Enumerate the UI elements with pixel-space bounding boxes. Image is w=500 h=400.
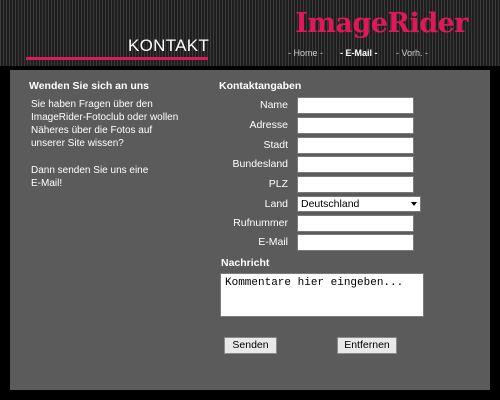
outro-text: Dann senden Sie uns eine E-Mail!	[31, 164, 201, 190]
intro-line: ImageRider-Fotoclub oder wollen	[31, 112, 179, 123]
intro-text: Sie haben Fragen über den ImageRider-Fot…	[31, 98, 201, 150]
chevron-down-icon	[411, 202, 417, 206]
city-field[interactable]	[297, 137, 414, 154]
contact-us-heading: Wenden Sie sich an uns	[29, 80, 150, 92]
form-row-email: E-Mail	[210, 234, 480, 251]
phone-label: Rufnummer	[233, 217, 288, 229]
email-field[interactable]	[297, 234, 414, 251]
title-underline	[26, 57, 208, 60]
name-field[interactable]	[297, 97, 414, 114]
contact-details-heading: Kontaktangaben	[219, 80, 302, 92]
form-row-zip: PLZ	[210, 176, 480, 193]
address-field[interactable]	[297, 117, 414, 134]
form-row-state: Bundesland	[210, 156, 480, 173]
nav-item-email[interactable]: - E-Mail -	[340, 48, 378, 58]
send-button[interactable]: Senden	[224, 337, 277, 354]
email-label: E-Mail	[258, 236, 288, 248]
phone-field[interactable]	[297, 215, 414, 232]
form-row-city: Stadt	[210, 137, 480, 154]
nav-item-vorh[interactable]: - Vorh. -	[396, 48, 428, 58]
outro-line: Dann senden Sie uns eine	[31, 165, 149, 176]
country-selected-value: Deutschland	[301, 198, 360, 210]
country-select[interactable]: Deutschland	[297, 196, 421, 212]
intro-line: Näheres über die Fotos auf	[31, 125, 153, 136]
country-label: Land	[264, 198, 288, 210]
state-field[interactable]	[297, 156, 414, 173]
form-row-phone: Rufnummer	[210, 215, 480, 232]
main-panel: Wenden Sie sich an uns Sie haben Fragen …	[10, 70, 490, 390]
clear-button[interactable]: Entfernen	[337, 337, 397, 354]
address-label: Adresse	[249, 119, 288, 131]
outro-line: E-Mail!	[31, 178, 63, 189]
form-row-name: Name	[210, 97, 480, 114]
header: ImageRider KONTAKT - Home - - E-Mail - -…	[0, 0, 500, 66]
name-label: Name	[259, 99, 288, 111]
form-row-country: Land Deutschland	[210, 196, 480, 213]
site-logo[interactable]: ImageRider	[295, 10, 468, 37]
nav-item-home[interactable]: - Home -	[288, 48, 323, 58]
message-heading: Nachricht	[221, 257, 270, 269]
intro-line: unserer Site wissen?	[31, 138, 124, 149]
message-textarea[interactable]: Kommentare hier eingeben...	[220, 273, 424, 317]
intro-line: Sie haben Fragen über den	[31, 99, 153, 110]
page-title: KONTAKT	[128, 36, 210, 55]
city-label: Stadt	[263, 139, 288, 151]
zip-label: PLZ	[268, 178, 288, 190]
state-label: Bundesland	[232, 158, 288, 170]
form-row-address: Adresse	[210, 117, 480, 134]
zip-field[interactable]	[297, 176, 414, 193]
